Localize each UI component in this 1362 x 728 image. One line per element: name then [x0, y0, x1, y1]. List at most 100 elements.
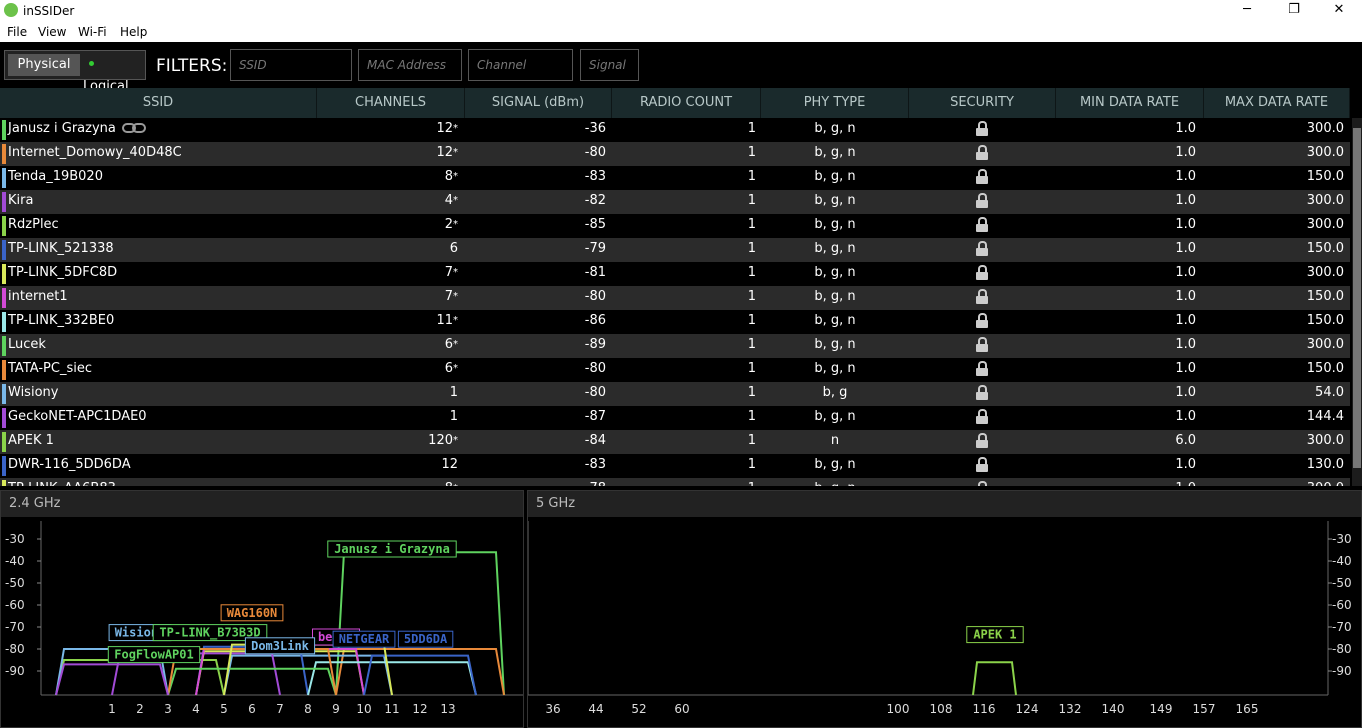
y-tick-label: -60: [5, 598, 25, 612]
maximize-button[interactable]: ❐: [1271, 0, 1317, 22]
cell-phy-type: b, g, n: [814, 409, 856, 424]
cell-signal: -83: [584, 457, 606, 472]
scroll-thumb[interactable]: [1353, 128, 1361, 468]
column-max-data-rate[interactable]: MAX DATA RATE: [1204, 88, 1350, 118]
cell-max-rate: 300.0: [1306, 193, 1344, 208]
cell-signal: -81: [584, 265, 606, 280]
cell-security: [910, 454, 1054, 478]
channel-star: *: [453, 363, 458, 374]
column-channels[interactable]: CHANNELS: [317, 88, 465, 118]
mac-filter-input[interactable]: [358, 49, 462, 81]
close-button[interactable]: ✕: [1316, 0, 1362, 22]
channel-text: 4: [444, 193, 453, 208]
x-tick-label: 60: [674, 702, 689, 716]
channel-text: 6: [444, 361, 453, 376]
cell-ssid: internet1: [8, 286, 308, 310]
table-row[interactable]: internet1 7* -80 1 b, g, n 1.0 150.0: [0, 286, 1350, 310]
signal-curve[interactable]: [972, 661, 1017, 696]
cell-phy-type: b, g: [822, 385, 848, 400]
column-signal[interactable]: SIGNAL (dBm): [465, 88, 612, 118]
x-tick-label: 4: [192, 702, 200, 716]
channel-text: 7: [444, 289, 453, 304]
network-color-swatch: [2, 288, 6, 308]
network-table-header: SSID CHANNELS SIGNAL (dBm) RADIO COUNT P…: [0, 88, 1350, 118]
cell-channel: 12*: [318, 118, 458, 142]
cell-signal: -86: [584, 313, 606, 328]
y-tick-label-right: -90: [1332, 664, 1352, 678]
y-tick-label-right: -80: [1332, 642, 1352, 656]
table-row[interactable]: TP-LINK_AA6B83 8* -78 1 b, g, n 1.0 300.0: [0, 478, 1350, 486]
column-ssid[interactable]: SSID: [0, 88, 317, 118]
table-row[interactable]: GeckoNET-APC1DAE0 1 -87 1 b, g, n 1.0 144.4: [0, 406, 1350, 430]
y-tick-label: -70: [5, 620, 25, 634]
graph-5ghz-title: 5 GHz: [528, 491, 1361, 517]
cell-ssid: TP-LINK_AA6B83: [8, 478, 308, 486]
menu-help[interactable]: Help: [120, 25, 147, 39]
lock-icon: [976, 385, 988, 401]
minimize-button[interactable]: ─: [1224, 0, 1270, 22]
cell-signal: -80: [584, 145, 606, 160]
cell-phy-type: b, g, n: [814, 313, 856, 328]
network-label: Janusz i Grazyna: [334, 542, 450, 556]
cell-min-rate: 1.0: [1175, 385, 1196, 400]
x-tick-label: 1: [108, 702, 116, 716]
cell-signal: -80: [584, 361, 606, 376]
table-row[interactable]: APEK 1 120* -84 1 n 6.0 300.0: [0, 430, 1350, 454]
cell-security: [910, 310, 1054, 334]
table-row[interactable]: Internet_Domowy_40D48C 12* -80 1 b, g, n 1.0 3…: [0, 142, 1350, 166]
network-label: NETGEAR: [339, 632, 390, 646]
y-tick-label: -30: [5, 532, 25, 546]
cell-max-rate: 300.0: [1306, 433, 1344, 448]
network-color-swatch: [2, 360, 6, 380]
table-row[interactable]: TATA-PC_siec 6* -80 1 b, g, n 1.0 150.0: [0, 358, 1350, 382]
ssid-filter-input[interactable]: [230, 49, 352, 81]
cell-security: [910, 478, 1054, 486]
column-min-data-rate[interactable]: MIN DATA RATE: [1056, 88, 1204, 118]
table-row[interactable]: TP-LINK_521338 6 -79 1 b, g, n 1.0 150.0: [0, 238, 1350, 262]
signal-filter-input[interactable]: [580, 49, 639, 81]
column-phy-type[interactable]: PHY TYPE: [761, 88, 909, 118]
menu-view[interactable]: View: [38, 25, 66, 39]
network-color-swatch: [2, 264, 6, 284]
table-row[interactable]: Wisiony 1 -80 1 b, g 1.0 54.0: [0, 382, 1350, 406]
channel-text: 6: [444, 337, 453, 352]
network-color-swatch: [2, 336, 6, 356]
cell-signal: -80: [584, 385, 606, 400]
x-tick-label: 6: [248, 702, 256, 716]
table-row[interactable]: TP-LINK_332BE0 11* -86 1 b, g, n 1.0 150.0: [0, 310, 1350, 334]
channel-text: 2: [444, 217, 453, 232]
cell-radio-count: 1: [612, 478, 756, 486]
channel-star: *: [453, 339, 458, 350]
column-security[interactable]: SECURITY: [909, 88, 1056, 118]
cell-ssid: Janusz i Grazyna: [8, 118, 308, 142]
column-radio-count[interactable]: RADIO COUNT: [612, 88, 761, 118]
table-row[interactable]: Lucek 6* -89 1 b, g, n 1.0 300.0: [0, 334, 1350, 358]
channel-filter-input[interactable]: [468, 49, 573, 81]
network-label: WAG160N: [227, 606, 278, 620]
cell-radio-count: 1: [747, 121, 756, 136]
cell-max-rate: 300.0: [1306, 121, 1344, 136]
network-label: APEK 1: [973, 628, 1016, 642]
lock-icon: [976, 361, 988, 377]
table-row[interactable]: Tenda_19B020 8* -83 1 b, g, n 1.0 150.0: [0, 166, 1350, 190]
table-row[interactable]: Kira 4* -82 1 b, g, n 1.0 300.0: [0, 190, 1350, 214]
physical-view-button[interactable]: Physical: [8, 54, 80, 76]
menu-file[interactable]: File: [7, 25, 27, 39]
cell-channel: 6*: [318, 334, 458, 358]
cell-channel: 11*: [318, 310, 458, 334]
cell-min-rate: 1.0: [1175, 337, 1196, 352]
table-row[interactable]: DWR-116_5DD6DA 12 -83 1 b, g, n 1.0 130.0: [0, 454, 1350, 478]
menu-wifi[interactable]: Wi-Fi: [78, 25, 107, 39]
network-color-swatch: [2, 480, 6, 486]
table-row[interactable]: Janusz i Grazyna 12* -36 1 b, g, n 1.0 300.0: [0, 118, 1350, 142]
cell-phy-type: b, g, n: [814, 169, 856, 184]
y-tick-label-right: -60: [1332, 598, 1352, 612]
cell-channel: 2*: [318, 214, 458, 238]
table-row[interactable]: TP-LINK_5DFC8D 7* -81 1 b, g, n 1.0 300.0: [0, 262, 1350, 286]
channel-text: 11: [436, 313, 453, 328]
cell-channel: 4*: [318, 190, 458, 214]
logical-view-button[interactable]: Logical: [83, 54, 143, 94]
graph-24ghz-chart: -30-40-50-60-70-80-901 2 3 4 5 6 7 8 9 10 11 12 13Ja…: [5, 521, 523, 716]
table-row[interactable]: RdzPlec 2* -85 1 b, g, n 1.0 300.0: [0, 214, 1350, 238]
table-scrollbar[interactable]: [1352, 118, 1362, 486]
